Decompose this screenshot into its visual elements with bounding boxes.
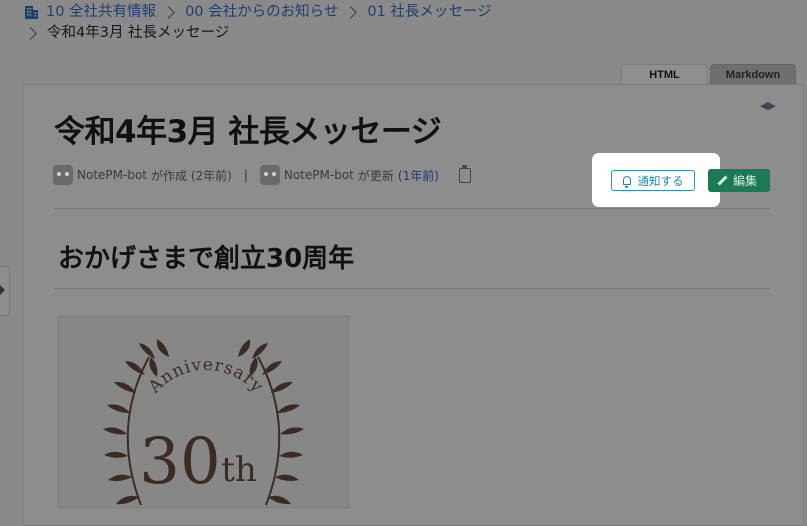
anniversary-emblem: Anniversary 30 th [103, 339, 304, 506]
tab-markdown[interactable]: Markdown [710, 64, 796, 85]
edit-label: 編集 [732, 174, 757, 188]
avatar [53, 165, 73, 185]
edit-button[interactable]: 編集 [708, 169, 770, 192]
emblem-suffix: th [221, 450, 257, 490]
building-icon [25, 6, 38, 19]
emblem-arc-text: Anniversary [144, 355, 266, 398]
breadcrumb-link-president-message[interactable]: 01 社長メッセージ [367, 2, 491, 23]
breadcrumb-link-shared-info[interactable]: 10 全社共有情報 [46, 2, 156, 23]
pencil-icon [717, 175, 728, 186]
page-title: 令和4年3月 社長メッセージ [54, 114, 442, 150]
divider [54, 288, 770, 289]
chevron-right-icon [162, 6, 175, 19]
updater-name[interactable]: NotePM-bot [284, 168, 354, 182]
clipboard-icon[interactable] [458, 164, 471, 183]
anniversary-image: Anniversary 30 th [58, 316, 349, 508]
page-meta: NotePM-bot が作成 (2年前) | NotePM-bot が更新 (1… [53, 164, 471, 185]
breadcrumb-link-company-news[interactable]: 00 会社からのお知らせ [185, 2, 338, 23]
notify-label: 通知する [637, 173, 684, 188]
sidebar-toggle[interactable] [0, 266, 10, 316]
divider [54, 208, 770, 209]
svg-text:Anniversary: Anniversary [144, 355, 267, 398]
notify-button[interactable]: 通知する [611, 170, 695, 191]
updated-info: が更新 [357, 168, 394, 183]
bell-icon [622, 176, 631, 188]
creator-name[interactable]: NotePM-bot [77, 168, 147, 182]
created-info: が作成 (2年前) [151, 168, 232, 183]
expand-width-icon[interactable]: ◀▶ [760, 99, 776, 112]
content-heading: おかげさまで創立30周年 [58, 244, 355, 274]
breadcrumb-current: 令和4年3月 社長メッセージ [47, 25, 230, 41]
chevron-right-icon [24, 27, 37, 40]
chevron-right-icon [344, 6, 358, 19]
meta-separator: | [243, 168, 248, 182]
breadcrumb: 10 全社共有情報 00 会社からのお知らせ 01 社長メッセージ 令和4年3月… [24, 2, 492, 44]
emblem-number: 30 [139, 425, 220, 499]
chevron-right-icon [0, 285, 5, 295]
tab-html[interactable]: HTML [621, 64, 708, 85]
avatar [259, 165, 280, 185]
updated-ago-link[interactable]: (1年前) [398, 167, 439, 184]
